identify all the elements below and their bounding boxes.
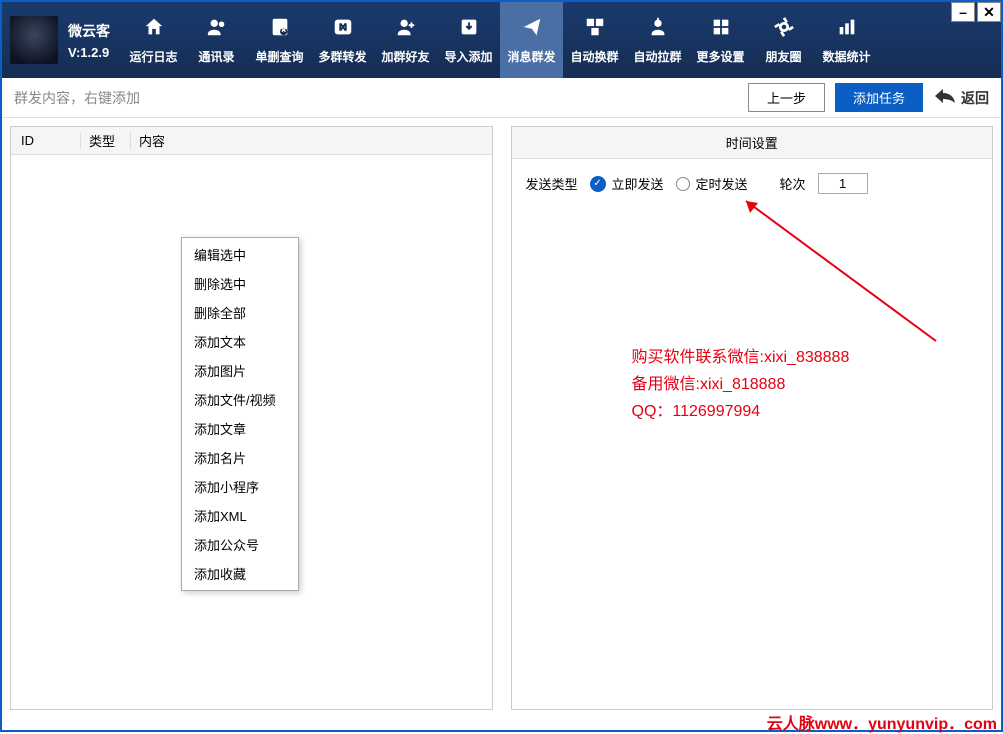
- radio-empty-icon: [676, 177, 690, 191]
- add-task-button[interactable]: 添加任务: [835, 83, 923, 112]
- time-settings-header: 时间设置: [512, 127, 993, 159]
- table-header: ID 类型 内容: [11, 127, 492, 155]
- context-menu: 编辑选中 删除选中 删除全部 添加文本 添加图片 添加文件/视频 添加文章 添加…: [181, 237, 299, 591]
- annotation-line1: 购买软件联系微信:xixi_838888: [632, 344, 850, 371]
- contacts-icon: [206, 16, 228, 44]
- left-panel: ID 类型 内容 编辑选中 删除选中 删除全部 添加文本 添加图片 添加文件/视…: [10, 126, 493, 710]
- col-type: 类型: [81, 131, 131, 150]
- col-content: 内容: [131, 131, 492, 150]
- radio-immediate[interactable]: ✓ 立即发送: [590, 174, 664, 193]
- pull-icon: [647, 16, 669, 44]
- menu-add-file[interactable]: 添加文件/视频: [182, 385, 298, 414]
- prev-button[interactable]: 上一步: [748, 83, 825, 112]
- annotation-text: 购买软件联系微信:xixi_838888 备用微信:xixi_818888 QQ…: [632, 344, 850, 426]
- annotation-arrow: [736, 191, 956, 356]
- menu-add-favorite[interactable]: 添加收藏: [182, 559, 298, 588]
- watermark-brand: 云人脉: [767, 716, 815, 733]
- annotation-line3: QQ：1126997994: [632, 398, 850, 425]
- query-icon: [269, 16, 291, 44]
- action-bar: 群发内容，右键添加 上一步 添加任务 返回: [2, 78, 1001, 118]
- home-icon: [143, 16, 165, 44]
- send-icon: [521, 16, 543, 44]
- minimize-button[interactable]: –: [951, 2, 975, 22]
- annotation-line2: 备用微信:xixi_818888: [632, 371, 850, 398]
- toolbar-query[interactable]: 单删查询: [248, 2, 311, 78]
- menu-add-text[interactable]: 添加文本: [182, 327, 298, 356]
- content-area: ID 类型 内容 编辑选中 删除选中 删除全部 添加文本 添加图片 添加文件/视…: [2, 118, 1001, 718]
- toolbar-contacts[interactable]: 通讯录: [185, 2, 248, 78]
- toolbar-autopull[interactable]: 自动拉群: [626, 2, 689, 78]
- menu-edit-selected[interactable]: 编辑选中: [182, 240, 298, 269]
- app-name: 微云客: [68, 21, 110, 41]
- swap-icon: [584, 16, 606, 44]
- toolbar-addfriend[interactable]: 加群好友: [374, 2, 437, 78]
- menu-add-xml[interactable]: 添加XML: [182, 501, 298, 530]
- toolbar-settings[interactable]: 更多设置: [689, 2, 752, 78]
- toolbar-stats[interactable]: 数据统计: [815, 2, 878, 78]
- col-id: ID: [11, 133, 81, 148]
- right-panel: 时间设置 发送类型 ✓ 立即发送 定时发送 轮次: [511, 126, 994, 710]
- moments-icon: [773, 16, 795, 44]
- stats-icon: [836, 16, 858, 44]
- forward-icon: [332, 16, 354, 44]
- toolbar-masssend[interactable]: 消息群发: [500, 2, 563, 78]
- back-arrow-icon: [933, 87, 957, 108]
- immediate-label: 立即发送: [612, 174, 664, 193]
- menu-delete-selected[interactable]: 删除选中: [182, 269, 298, 298]
- close-button[interactable]: ✕: [977, 2, 1001, 22]
- toolbar-import[interactable]: 导入添加: [437, 2, 500, 78]
- menu-add-official[interactable]: 添加公众号: [182, 530, 298, 559]
- radio-checked-icon: ✓: [590, 176, 606, 192]
- addfriend-icon: [395, 16, 417, 44]
- back-link[interactable]: 返回: [933, 87, 989, 108]
- menu-add-card[interactable]: 添加名片: [182, 443, 298, 472]
- toolbar-multiforward[interactable]: 多群转发: [311, 2, 374, 78]
- import-icon: [458, 16, 480, 44]
- main-toolbar: 运行日志 通讯录 单删查询 多群转发: [122, 2, 878, 78]
- hint-text: 群发内容，右键添加: [14, 88, 140, 108]
- window-controls: – ✕: [949, 2, 1001, 22]
- app-header: 微云客 V:1.2.9 运行日志 通讯录 单删查询: [2, 2, 1001, 78]
- app-info: 微云客 V:1.2.9: [68, 21, 110, 60]
- toolbar-moments[interactable]: 朋友圈: [752, 2, 815, 78]
- menu-add-miniprogram[interactable]: 添加小程序: [182, 472, 298, 501]
- watermark: 云人脉www．yunyunvip．com: [767, 710, 997, 734]
- back-label: 返回: [961, 88, 989, 108]
- menu-add-image[interactable]: 添加图片: [182, 356, 298, 385]
- send-type-label: 发送类型: [526, 174, 578, 193]
- toolbar-autoswap[interactable]: 自动换群: [563, 2, 626, 78]
- toolbar-runlog[interactable]: 运行日志: [122, 2, 185, 78]
- app-version: V:1.2.9: [68, 45, 110, 60]
- app-logo: [10, 16, 58, 64]
- menu-delete-all[interactable]: 删除全部: [182, 298, 298, 327]
- menu-add-article[interactable]: 添加文章: [182, 414, 298, 443]
- watermark-domain: www．yunyunvip．com: [815, 716, 997, 733]
- settings-icon: [710, 16, 732, 44]
